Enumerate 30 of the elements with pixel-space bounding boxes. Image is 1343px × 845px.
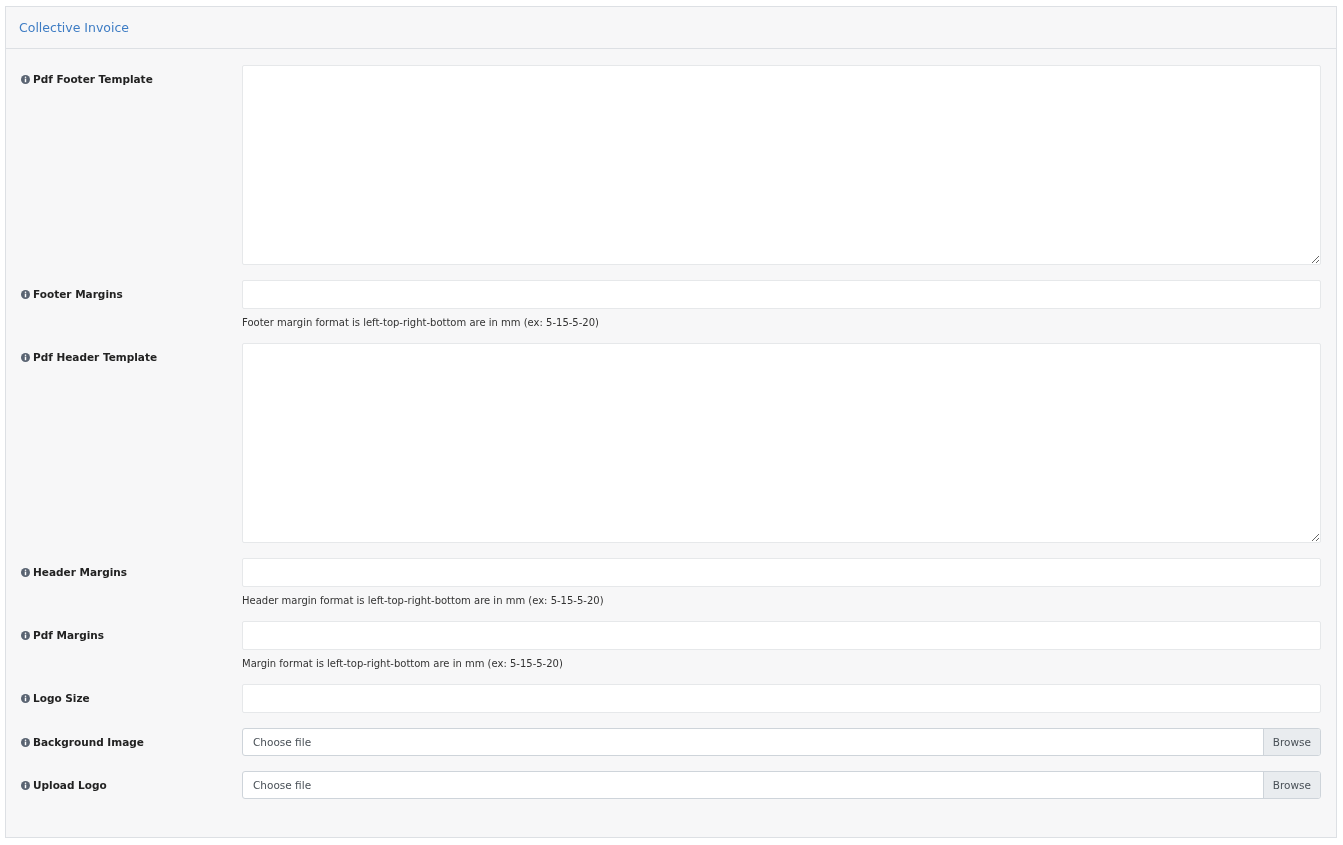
- info-icon: [21, 568, 30, 577]
- field-label: Pdf Margins: [33, 629, 104, 641]
- text-area[interactable]: [242, 65, 1321, 265]
- input-field[interactable]: [242, 280, 1321, 309]
- help-text: Header margin format is left-top-right-bottom are in mm (ex: 5-15-5-20): [242, 595, 605, 606]
- field-label: Footer Margins: [33, 288, 123, 300]
- text-area[interactable]: [242, 343, 1321, 543]
- field-label: Logo Size: [33, 692, 90, 704]
- field-label: Header Margins: [33, 566, 128, 578]
- info-icon: [21, 631, 30, 640]
- field-label: Pdf Header Template: [33, 351, 158, 363]
- input-field[interactable]: [242, 621, 1321, 650]
- info-icon: [21, 694, 30, 703]
- browse-button[interactable]: Browse: [1262, 772, 1320, 798]
- help-text: Margin format is left-top-right-bottom are in mm (ex: 5-15-5-20): [242, 658, 564, 669]
- info-icon: [21, 75, 30, 84]
- file-input[interactable]: Choose file Browse: [242, 728, 1321, 756]
- info-icon: [21, 353, 30, 362]
- field-label: Pdf Footer Template: [33, 73, 153, 85]
- input-field[interactable]: [242, 684, 1321, 713]
- field-label: Upload Logo: [33, 779, 107, 791]
- file-input[interactable]: Choose file Browse: [242, 771, 1321, 799]
- info-icon: [21, 738, 30, 747]
- info-icon: [21, 290, 30, 299]
- help-text: Footer margin format is left-top-right-bottom are in mm (ex: 5-15-5-20): [242, 317, 600, 328]
- browse-button[interactable]: Browse: [1262, 729, 1320, 755]
- field-label: Background Image: [33, 736, 144, 748]
- panel-title: Collective Invoice: [19, 20, 129, 35]
- info-icon: [21, 781, 30, 790]
- input-field[interactable]: [242, 558, 1321, 587]
